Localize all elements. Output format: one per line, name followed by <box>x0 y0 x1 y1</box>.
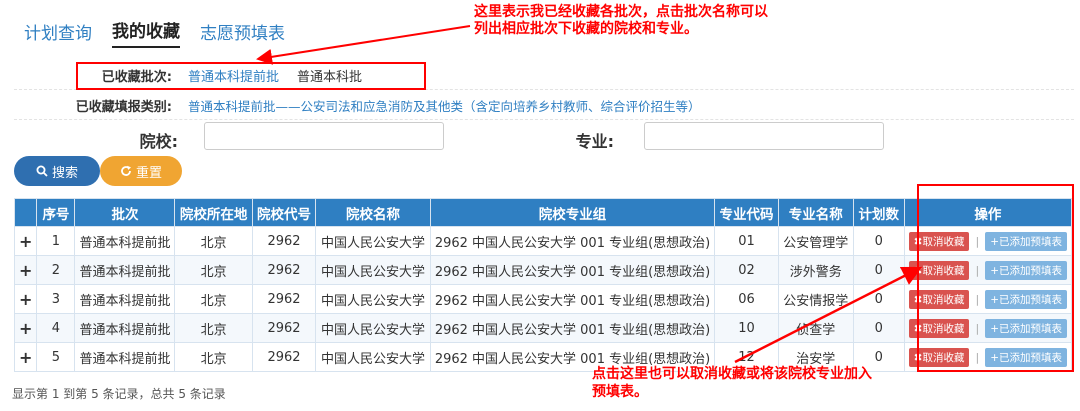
col-batch: 批次 <box>74 198 176 227</box>
category-option[interactable]: 普通本科提前批——公安司法和应急消防及其他类（含定向培养乡村教师、综合评价招生等… <box>188 96 701 115</box>
school-label: 院校: <box>139 132 178 151</box>
col-location: 院校所在地 <box>174 198 253 227</box>
category-label: 已收藏填报类别: <box>75 100 172 115</box>
cell-code: 2962 <box>251 226 317 256</box>
cell-no: 5 <box>36 342 76 372</box>
cell-location: 北京 <box>174 226 253 256</box>
cell-no: 4 <box>36 313 76 343</box>
cell-no: 3 <box>36 284 76 314</box>
col-no: 序号 <box>36 198 76 227</box>
cell-batch: 普通本科提前批 <box>74 226 176 256</box>
reset-button[interactable]: 重置 <box>100 156 182 186</box>
expand-toggle[interactable]: + <box>13 284 38 314</box>
cell-location: 北京 <box>174 342 253 372</box>
tab-plan-query[interactable]: 计划查询 <box>24 19 92 48</box>
col-code: 院校代号 <box>251 198 317 227</box>
tab-application-draft[interactable]: 志愿预填表 <box>200 19 285 48</box>
col-major-name: 专业名称 <box>777 198 854 227</box>
reset-button-label: 重置 <box>135 164 162 180</box>
cell-plan: 0 <box>852 313 905 343</box>
cell-group: 2962 中国人民公安大学 001 专业组(思想政治) <box>429 313 716 343</box>
cell-location: 北京 <box>174 284 253 314</box>
table-header-row: 序号 批次 院校所在地 院校代号 院校名称 院校专业组 专业代码 专业名称 计划… <box>13 198 1073 227</box>
search-button[interactable]: 搜索 <box>14 156 100 186</box>
cell-major-name: 公安管理学 <box>777 226 854 256</box>
cell-batch: 普通本科提前批 <box>74 284 176 314</box>
cell-major-name: 侦查学 <box>777 313 854 343</box>
cell-major-code: 02 <box>714 255 779 285</box>
search-icon <box>36 165 48 177</box>
arrow-top <box>256 25 471 65</box>
cell-batch: 普通本科提前批 <box>74 313 176 343</box>
cell-school: 中国人民公安大学 <box>315 313 431 343</box>
cell-plan: 0 <box>852 284 905 314</box>
expand-toggle[interactable]: + <box>13 342 38 372</box>
search-row: 院校: 专业: <box>14 120 1074 152</box>
cell-school: 中国人民公安大学 <box>315 342 431 372</box>
cell-school: 中国人民公安大学 <box>315 284 431 314</box>
annotation-bottom: 点击这里也可以取消收藏或将该院校专业加入预填表。 <box>592 366 872 400</box>
cell-group: 2962 中国人民公安大学 001 专业组(思想政治) <box>429 255 716 285</box>
cell-school: 中国人民公安大学 <box>315 255 431 285</box>
cell-major-code: 01 <box>714 226 779 256</box>
cell-group: 2962 中国人民公安大学 001 专业组(思想政治) <box>429 226 716 256</box>
search-button-label: 搜索 <box>51 164 78 180</box>
major-label: 专业: <box>575 132 614 151</box>
favorites-table: 序号 批次 院校所在地 院校代号 院校名称 院校专业组 专业代码 专业名称 计划… <box>13 198 1073 372</box>
refresh-icon <box>121 165 131 176</box>
annotation-highlight-operations <box>917 184 1074 372</box>
school-input[interactable] <box>204 122 444 150</box>
major-input[interactable] <box>644 122 884 150</box>
table-row: +4 普通本科提前批 北京 2962 中国人民公安大学 2962 中国人民公安大学 001… <box>13 313 1073 343</box>
tab-my-favorites[interactable]: 我的收藏 <box>112 17 180 48</box>
cell-batch: 普通本科提前批 <box>74 342 176 372</box>
cell-code: 2962 <box>251 255 317 285</box>
cell-major-code: 06 <box>714 284 779 314</box>
cell-code: 2962 <box>251 313 317 343</box>
cell-major-code: 10 <box>714 313 779 343</box>
cell-major-name: 公安情报学 <box>777 284 854 314</box>
table-row: +1 普通本科提前批 北京 2962 中国人民公安大学 2962 中国人民公安大学 001… <box>13 226 1073 256</box>
pagination-summary: 显示第 1 到第 5 条记录，总共 5 条记录 <box>12 387 226 401</box>
table-row: +5 普通本科提前批 北京 2962 中国人民公安大学 2962 中国人民公安大学 001… <box>13 342 1073 372</box>
cell-plan: 0 <box>852 255 905 285</box>
table-row: +2 普通本科提前批 北京 2962 中国人民公安大学 2962 中国人民公安大学 001… <box>13 255 1073 285</box>
cell-no: 1 <box>36 226 76 256</box>
cell-location: 北京 <box>174 313 253 343</box>
expand-toggle[interactable]: + <box>13 255 38 285</box>
filter-row-category: 已收藏填报类别: 普通本科提前批——公安司法和应急消防及其他类（含定向培养乡村教… <box>14 92 1074 120</box>
cell-code: 2962 <box>251 284 317 314</box>
cell-batch: 普通本科提前批 <box>74 255 176 285</box>
cell-code: 2962 <box>251 342 317 372</box>
cell-school: 中国人民公安大学 <box>315 226 431 256</box>
expand-toggle[interactable]: + <box>13 226 38 256</box>
expand-toggle[interactable]: + <box>13 313 38 343</box>
col-school: 院校名称 <box>315 198 431 227</box>
cell-major-name: 涉外警务 <box>777 255 854 285</box>
annotation-top: 这里表示我已经收藏各批次，点击批次名称可以列出相应批次下收藏的院校和专业。 <box>474 4 768 37</box>
col-expand <box>13 198 38 227</box>
cell-plan: 0 <box>852 226 905 256</box>
cell-location: 北京 <box>174 255 253 285</box>
cell-group: 2962 中国人民公安大学 001 专业组(思想政治) <box>429 284 716 314</box>
col-major-code: 专业代码 <box>714 198 779 227</box>
nav-tabs: 计划查询 我的收藏 志愿预填表 <box>24 18 285 48</box>
annotation-highlight-batch <box>76 62 426 90</box>
col-plan: 计划数 <box>852 198 905 227</box>
table-row: +3 普通本科提前批 北京 2962 中国人民公安大学 2962 中国人民公安大学 001… <box>13 284 1073 314</box>
cell-no: 2 <box>36 255 76 285</box>
col-group: 院校专业组 <box>429 198 716 227</box>
